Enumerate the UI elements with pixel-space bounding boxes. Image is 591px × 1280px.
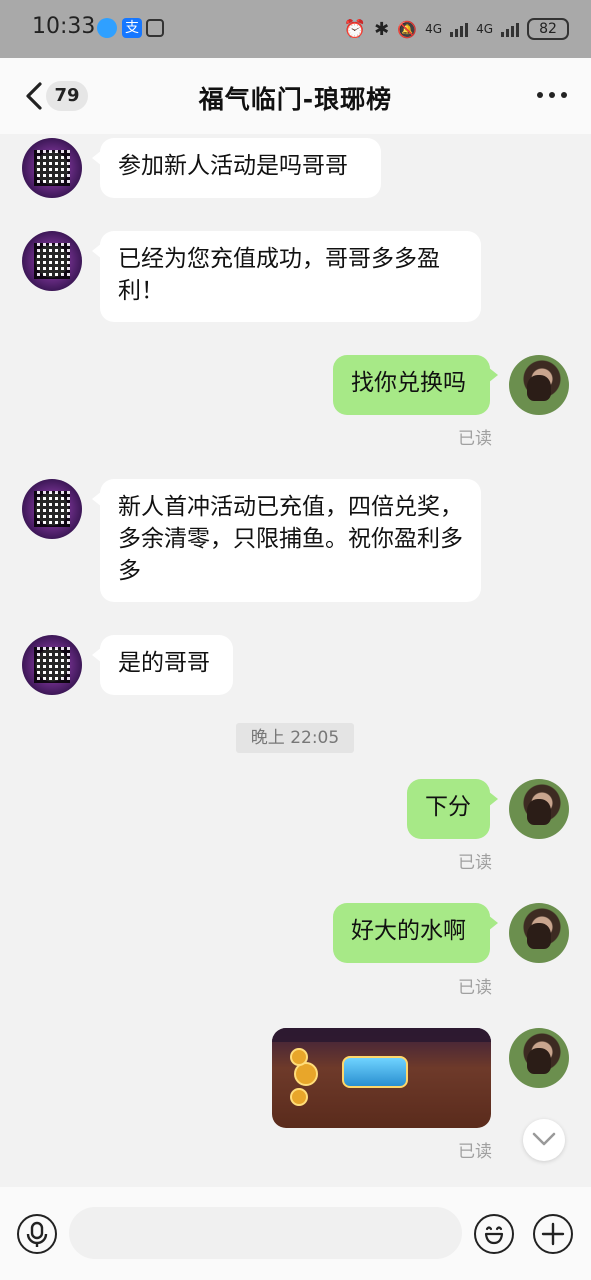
more-options-button[interactable] — [537, 92, 567, 102]
emoji-button[interactable] — [474, 1214, 514, 1254]
network-type-2: 4G — [476, 22, 493, 36]
microphone-icon — [26, 1221, 48, 1247]
sent-message-bubble[interactable]: 找你兑换吗 — [333, 355, 498, 415]
mute-icon: 🔕 — [397, 19, 418, 39]
more-actions-button[interactable] — [533, 1214, 573, 1254]
coin-icon — [290, 1088, 308, 1106]
message-list[interactable]: 参加新人活动是吗哥哥 已经为您充值成功，哥哥多多盈利！ 找你兑换吗 已读 新人首… — [0, 134, 591, 1187]
dot-icon — [561, 92, 567, 98]
bluetooth-icon: ✱ — [374, 18, 390, 40]
signal-icon-2 — [501, 21, 519, 37]
message-input[interactable] — [69, 1207, 462, 1259]
chevron-down-icon — [532, 1132, 556, 1146]
received-message-bubble[interactable]: 已经为您充值成功，哥哥多多盈利！ — [92, 231, 481, 322]
read-receipt: 已读 — [458, 853, 492, 873]
read-receipt: 已读 — [458, 429, 492, 449]
my-avatar[interactable] — [509, 903, 569, 963]
alipay-notification-icon: 支 — [122, 18, 142, 38]
read-receipt: 已读 — [458, 1142, 492, 1162]
dot-icon — [549, 92, 555, 98]
status-bar: 10:33 支 ⏰ ✱ 🔕 4G 4G 82 — [0, 0, 591, 58]
time-divider: 晚上 22:05 — [236, 723, 354, 753]
voice-input-button[interactable] — [17, 1214, 57, 1254]
my-avatar[interactable] — [509, 355, 569, 415]
my-avatar[interactable] — [509, 779, 569, 839]
received-message-bubble[interactable]: 新人首冲活动已充值，四倍兑奖，多余清零，只限捕鱼。祝你盈利多多 — [92, 479, 481, 602]
sent-message-bubble[interactable]: 好大的水啊 — [333, 903, 498, 963]
contact-avatar[interactable] — [22, 231, 82, 291]
message-notification-icon — [97, 18, 117, 38]
network-type-1: 4G — [425, 22, 443, 36]
battery-icon: 82 — [527, 18, 569, 40]
dot-icon — [537, 92, 543, 98]
scroll-to-bottom-button[interactable] — [523, 1119, 565, 1161]
read-receipt: 已读 — [458, 978, 492, 998]
chat-header: 79 福气临门-琅琊榜 — [0, 58, 591, 134]
sent-image-message[interactable] — [272, 1028, 491, 1128]
game-topbar — [272, 1028, 491, 1042]
coin-icon — [290, 1048, 308, 1066]
my-avatar[interactable] — [509, 1028, 569, 1088]
chat-title: 福气临门-琅琊榜 — [198, 85, 393, 114]
smiley-icon — [484, 1226, 504, 1245]
signal-icon-1 — [450, 21, 469, 37]
alarm-icon: ⏰ — [343, 18, 367, 40]
received-message-bubble[interactable]: 是的哥哥 — [92, 635, 233, 695]
contact-avatar[interactable] — [22, 479, 82, 539]
game-table-image — [342, 1056, 408, 1088]
plus-icon — [541, 1222, 565, 1246]
received-message-bubble[interactable]: 参加新人活动是吗哥哥 — [92, 138, 381, 198]
sent-message-bubble[interactable]: 下分 — [407, 779, 498, 839]
contact-avatar[interactable] — [22, 138, 82, 198]
input-bar — [0, 1187, 591, 1280]
status-time: 10:33 — [32, 14, 96, 39]
status-right-icons: ⏰ ✱ 🔕 4G 4G 82 — [344, 16, 569, 42]
nfc-icon — [146, 19, 164, 37]
contact-avatar[interactable] — [22, 635, 82, 695]
